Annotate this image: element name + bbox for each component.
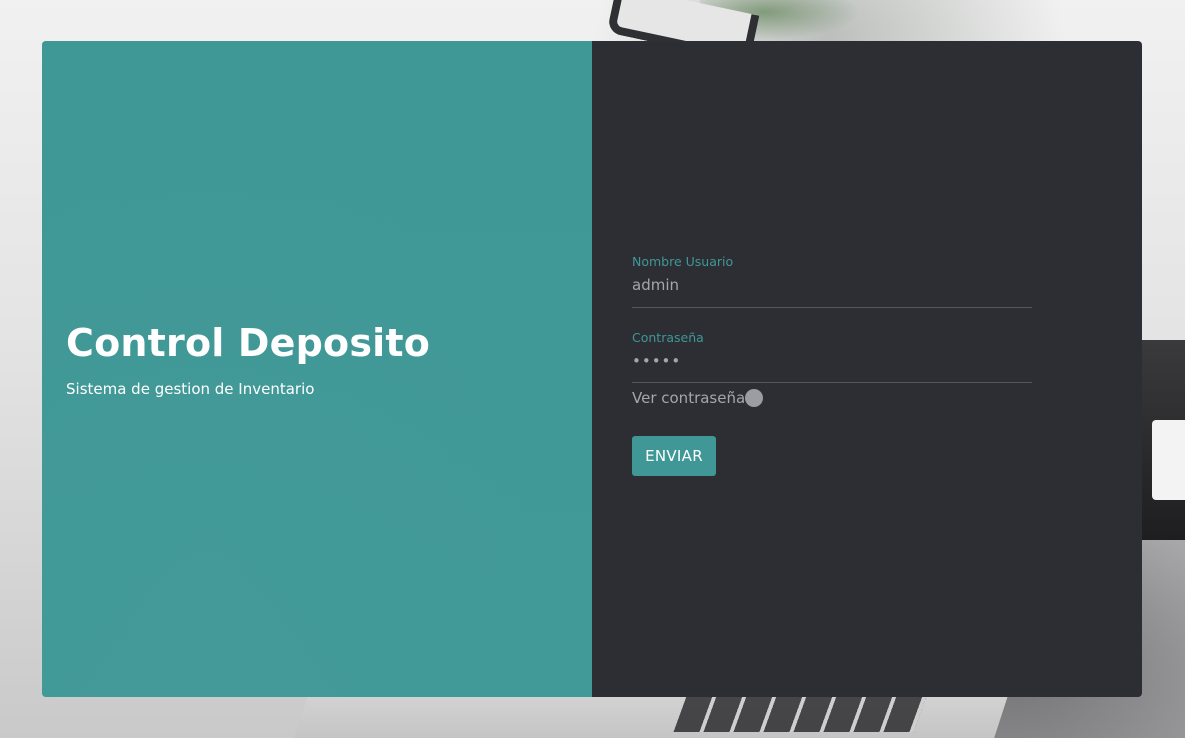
show-password-toggle-row[interactable]: Ver contraseña: [632, 386, 1032, 410]
password-field: Contraseña: [632, 330, 1032, 383]
form-panel: Nombre Usuario Contraseña Ver contraseña…: [592, 41, 1142, 697]
background-keyboard: [673, 696, 927, 732]
show-password-label[interactable]: Ver contraseña: [632, 389, 745, 407]
app-subtitle: Sistema de gestion de Inventario: [66, 380, 315, 398]
background-box: [1152, 420, 1185, 500]
username-field: Nombre Usuario: [632, 254, 1032, 308]
username-input[interactable]: [632, 273, 1032, 297]
brand-panel: Control Deposito Sistema de gestion de I…: [42, 41, 592, 697]
username-label: Nombre Usuario: [632, 254, 734, 269]
show-password-toggle[interactable]: [745, 389, 764, 407]
login-card: Control Deposito Sistema de gestion de I…: [42, 41, 1142, 697]
password-label: Contraseña: [632, 330, 704, 345]
login-form: Nombre Usuario Contraseña Ver contraseña…: [632, 254, 1032, 476]
submit-button[interactable]: ENVIAR: [632, 436, 716, 476]
password-input[interactable]: [632, 349, 1032, 373]
app-title: Control Deposito: [66, 321, 431, 365]
